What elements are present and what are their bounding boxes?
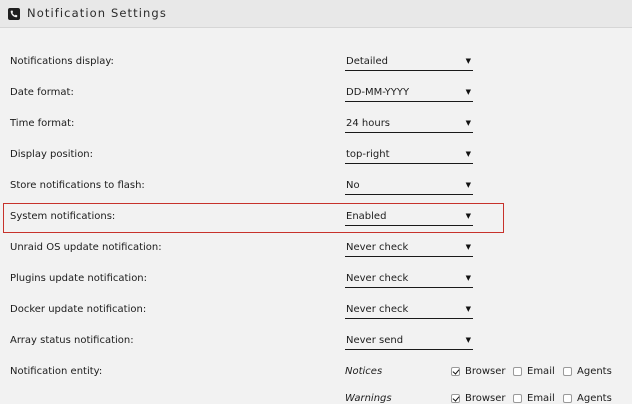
system-notifications-select[interactable]: Enabled ▼ xyxy=(345,206,473,226)
select-value: Never check xyxy=(346,242,409,253)
caret-down-icon: ▼ xyxy=(465,274,471,282)
caret-down-icon: ▼ xyxy=(465,212,471,220)
select-value: DD-MM-YYYY xyxy=(346,87,410,98)
select-value: Never check xyxy=(346,304,409,315)
setting-row-date-format: Date format: DD-MM-YYYY ▼ xyxy=(0,78,632,109)
select-value: No xyxy=(346,180,360,191)
setting-row-os-update: Unraid OS update notification: Never che… xyxy=(0,233,632,264)
warnings-browser-checkbox[interactable] xyxy=(451,394,460,403)
caret-down-icon: ▼ xyxy=(465,336,471,344)
caret-down-icon: ▼ xyxy=(465,88,471,96)
page-header: Notification Settings xyxy=(0,0,632,28)
setting-row-system-notifications: System notifications: Enabled ▼ xyxy=(0,202,632,233)
entity-warnings-label: Warnings xyxy=(345,393,392,404)
phone-icon xyxy=(8,8,20,20)
caret-down-icon: ▼ xyxy=(465,150,471,158)
display-position-select[interactable]: top-right ▼ xyxy=(345,144,473,164)
select-value: Never check xyxy=(346,273,409,284)
checkbox-label: Email xyxy=(527,366,555,377)
checkbox-label: Browser xyxy=(465,393,506,404)
setting-label: Notification entity: xyxy=(10,366,103,377)
setting-label: Display position: xyxy=(10,149,94,160)
caret-down-icon: ▼ xyxy=(465,57,471,65)
setting-label: Store notifications to flash: xyxy=(10,180,145,191)
notifications-display-select[interactable]: Detailed ▼ xyxy=(345,51,473,71)
setting-label: Notifications display: xyxy=(10,56,114,67)
checkbox-label: Email xyxy=(527,393,555,404)
select-value: top-right xyxy=(346,149,390,160)
setting-label: Array status notification: xyxy=(10,335,134,346)
select-value: Detailed xyxy=(346,56,388,67)
select-value: 24 hours xyxy=(346,118,391,129)
select-value: Never send xyxy=(346,335,404,346)
caret-down-icon: ▼ xyxy=(465,305,471,313)
array-status-select[interactable]: Never send ▼ xyxy=(345,330,473,350)
page-title: Notification Settings xyxy=(27,6,167,20)
setting-label: Plugins update notification: xyxy=(10,273,148,284)
setting-row-plugins-update: Plugins update notification: Never check… xyxy=(0,264,632,295)
setting-row-time-format: Time format: 24 hours ▼ xyxy=(0,109,632,140)
setting-label: System notifications: xyxy=(10,211,116,222)
setting-row-display-position: Display position: top-right ▼ xyxy=(0,140,632,171)
checkbox-label: Browser xyxy=(465,366,506,377)
warnings-email-checkbox[interactable] xyxy=(513,394,522,403)
notices-browser-checkbox[interactable] xyxy=(451,367,460,376)
setting-row-array-status: Array status notification: Never send ▼ xyxy=(0,326,632,357)
checkbox-label: Agents xyxy=(577,366,612,377)
time-format-select[interactable]: 24 hours ▼ xyxy=(345,113,473,133)
checkbox-label: Agents xyxy=(577,393,612,404)
setting-label: Date format: xyxy=(10,87,74,98)
caret-down-icon: ▼ xyxy=(465,119,471,127)
setting-row-notification-entity: Notification entity: Notices Browser Ema… xyxy=(0,357,632,404)
entity-notices-label: Notices xyxy=(345,366,383,377)
warnings-agents-checkbox[interactable] xyxy=(563,394,572,403)
setting-label: Time format: xyxy=(10,118,75,129)
caret-down-icon: ▼ xyxy=(465,243,471,251)
docker-update-select[interactable]: Never check ▼ xyxy=(345,299,473,319)
setting-row-notifications-display: Notifications display: Detailed ▼ xyxy=(0,47,632,78)
setting-row-docker-update: Docker update notification: Never check … xyxy=(0,295,632,326)
os-update-select[interactable]: Never check ▼ xyxy=(345,237,473,257)
setting-label: Unraid OS update notification: xyxy=(10,242,162,253)
store-to-flash-select[interactable]: No ▼ xyxy=(345,175,473,195)
select-value: Enabled xyxy=(346,211,387,222)
caret-down-icon: ▼ xyxy=(465,181,471,189)
date-format-select[interactable]: DD-MM-YYYY ▼ xyxy=(345,82,473,102)
setting-row-store-to-flash: Store notifications to flash: No ▼ xyxy=(0,171,632,202)
plugins-update-select[interactable]: Never check ▼ xyxy=(345,268,473,288)
notices-email-checkbox[interactable] xyxy=(513,367,522,376)
notices-agents-checkbox[interactable] xyxy=(563,367,572,376)
setting-label: Docker update notification: xyxy=(10,304,147,315)
